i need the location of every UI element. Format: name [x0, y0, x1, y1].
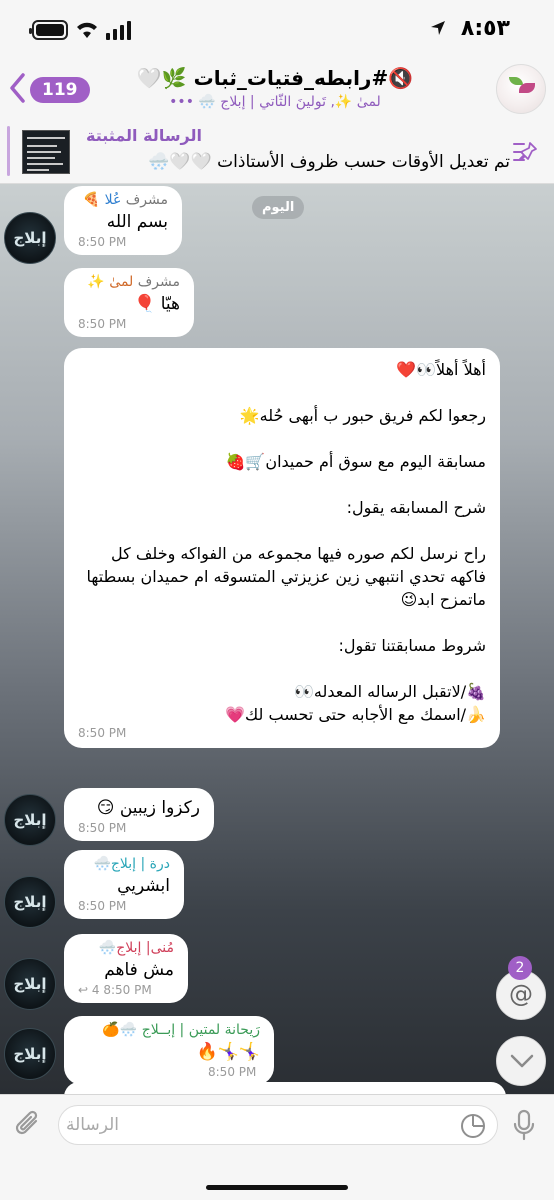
- message-bubble[interactable]: أهلاً أهلاً👀❤️ رجعوا لكم فريق حبور ب أبه…: [64, 348, 500, 748]
- pin-list-icon[interactable]: [510, 140, 538, 164]
- sender-name: مُنى| إبلاج🌨️: [98, 940, 174, 956]
- message-time: 8:50 PM: [208, 1065, 257, 1079]
- message-time: 8:50 PM: [78, 317, 127, 331]
- sender-name: لمىٰ ✨: [87, 274, 134, 290]
- sender-avatar[interactable]: إبلاج: [4, 876, 56, 928]
- composer: الرسالة: [0, 1094, 554, 1200]
- sender-role: مشرف: [125, 192, 168, 208]
- chat-header: 119 🔇#رابطه_فتيات_ثبات 🌿🤍 لمىٰ ✨, تَولين…: [0, 58, 554, 118]
- message-time: 8:50 PM: [103, 983, 152, 997]
- pinned-indicator: [7, 126, 10, 176]
- unread-count-badge[interactable]: 119: [30, 77, 90, 103]
- mention-count-badge: 2: [508, 956, 532, 980]
- message-time: 8:50 PM: [78, 235, 127, 249]
- message-time: 8:50 PM: [78, 821, 127, 835]
- signal-icon: [106, 21, 131, 40]
- pinned-message-bar[interactable]: الرسالة المثبتة تم تعديل الأوقات حسب ظرو…: [0, 118, 554, 184]
- sender-name: درة | إبلاج🌨️: [93, 856, 170, 872]
- sender-avatar[interactable]: إبلاج: [4, 1028, 56, 1080]
- paperclip-icon[interactable]: [14, 1109, 44, 1141]
- message-bubble[interactable]: مشرف عُلا 🍕 بسم الله 8:50 PM: [64, 186, 182, 255]
- message-list[interactable]: اليوم إبلاج مشرف عُلا 🍕 بسم الله 8:50 PM…: [0, 184, 554, 1094]
- scroll-down-button[interactable]: [496, 1036, 546, 1086]
- message-time: 8:50 PM: [78, 726, 127, 740]
- message-bubble[interactable]: مُنى| إبلاج🌨️ مش فاهم ↩ 4 8:50 PM: [64, 934, 188, 1003]
- sender-avatar[interactable]: إبلاج: [4, 958, 56, 1010]
- location-arrow-icon: [431, 21, 445, 35]
- battery-icon: [29, 20, 68, 40]
- message-text: ابشريي: [117, 876, 170, 896]
- message-text: 🤸‍♀️🤸‍♀️🔥: [196, 1042, 260, 1062]
- message-text: مش فاهم: [104, 960, 174, 980]
- date-separator: اليوم: [252, 196, 305, 219]
- sender-avatar[interactable]: إبلاج: [4, 212, 56, 264]
- sender-avatar[interactable]: إبلاج: [4, 794, 56, 846]
- reply-icon: ↩: [78, 983, 89, 997]
- status-bar: ٨:٥٣: [0, 0, 554, 58]
- message-bubble-partial[interactable]: [64, 1082, 506, 1094]
- message-bubble[interactable]: ركزوا زيبين 😏 8:50 PM: [64, 788, 214, 841]
- pinned-label: الرسالة المثبتة: [86, 126, 202, 145]
- microphone-icon[interactable]: [512, 1109, 536, 1143]
- back-chevron-icon[interactable]: [8, 72, 26, 104]
- message-text: بسم الله: [106, 212, 168, 232]
- sender-role: مشرف: [137, 274, 180, 290]
- message-input[interactable]: [58, 1105, 498, 1145]
- pinned-thumbnail: [22, 130, 70, 174]
- message-bubble[interactable]: مشرف لمىٰ ✨ هيّا 🎈 8:50 PM: [64, 268, 194, 337]
- chevron-down-icon: [510, 1054, 534, 1068]
- pinned-text: تم تعديل الأوقات حسب ظروف الأستاذات 🤍🤍🌨️: [148, 152, 510, 172]
- message-text: أهلاً أهلاً👀❤️ رجعوا لكم فريق حبور ب أبه…: [86, 360, 486, 724]
- message-text: هيّا 🎈: [134, 294, 180, 314]
- mention-icon: @: [509, 980, 533, 1008]
- group-avatar[interactable]: [496, 64, 546, 114]
- clock: ٨:٥٣: [460, 16, 510, 41]
- message-bubble[interactable]: رَيحانة لمتين | إبــلاج 🌨️🍊 🤸‍♀️🤸‍♀️🔥 8:…: [64, 1016, 274, 1085]
- chat-title[interactable]: 🔇#رابطه_فتيات_ثبات 🌿🤍: [130, 66, 420, 90]
- reply-count: 4: [91, 983, 100, 997]
- sticker-icon[interactable]: [460, 1113, 486, 1139]
- wifi-icon: [77, 22, 97, 38]
- chat-subtitle: لمىٰ ✨, تَولينَ الثّاتي | إبلاج 🌨️ •••: [169, 94, 381, 110]
- message-bubble[interactable]: درة | إبلاج🌨️ ابشريي 8:50 PM: [64, 850, 184, 919]
- message-input-placeholder: الرسالة: [66, 1115, 120, 1135]
- message-time: 8:50 PM: [78, 899, 127, 913]
- sender-name: عُلا 🍕: [82, 192, 122, 208]
- message-text: ركزوا زيبين 😏: [96, 798, 200, 818]
- home-indicator: [206, 1185, 348, 1190]
- sender-name: رَيحانة لمتين | إبــلاج 🌨️🍊: [102, 1022, 260, 1038]
